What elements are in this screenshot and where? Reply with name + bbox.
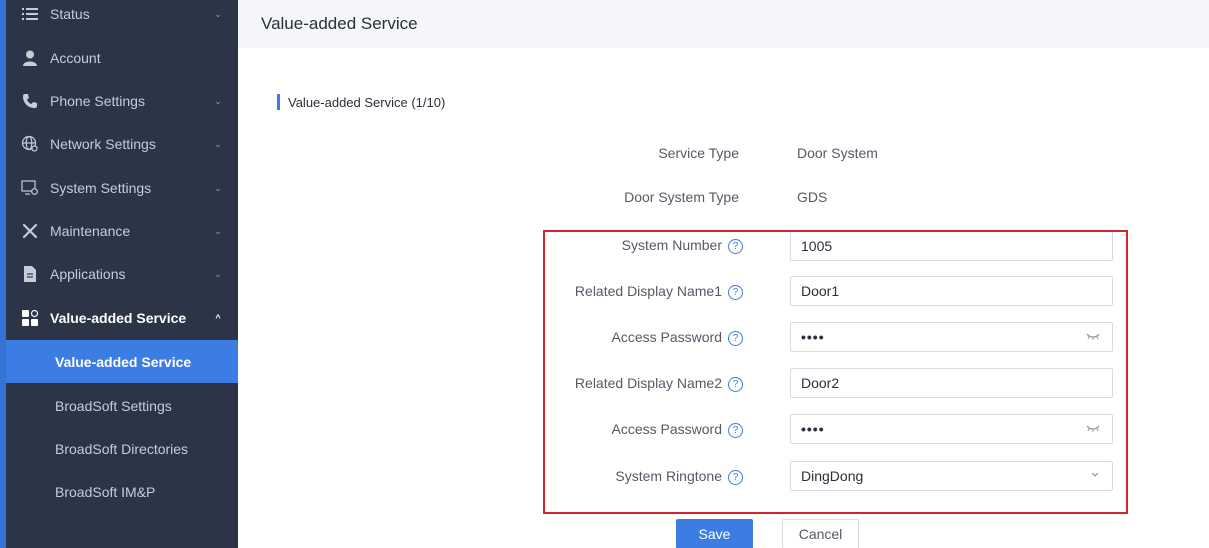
list-icon: [20, 4, 40, 24]
sidebar-item-maintenance[interactable]: Maintenance ⌄: [6, 211, 238, 251]
sidebar-item-label: Phone Settings: [50, 93, 145, 109]
sidebar-item-status[interactable]: Status ⌄: [6, 0, 238, 34]
sidebar-item-applications[interactable]: Applications ⌄: [6, 254, 238, 294]
system-number-label: System Number?: [622, 237, 743, 254]
sidebar-item-value-added-service[interactable]: Value-added Service ^: [6, 298, 238, 338]
chevron-down-icon: ⌄: [214, 8, 222, 19]
sidebar-item-label: Maintenance: [50, 223, 131, 239]
chevron-down-icon: ⌄: [214, 95, 222, 106]
help-icon[interactable]: ?: [728, 331, 743, 346]
service-type-label: Service Type: [658, 145, 739, 161]
sidebar-item-label: Applications: [50, 266, 126, 282]
access-password2-field[interactable]: ••••: [790, 414, 1113, 444]
globe-gear-icon: [20, 134, 40, 154]
display-name2-label: Related Display Name2?: [575, 375, 743, 392]
display-name1-label: Related Display Name1?: [575, 283, 743, 300]
sidebar-subitem-broadsoft-directories[interactable]: BroadSoft Directories: [6, 427, 238, 470]
chevron-up-icon: ^: [215, 313, 221, 323]
system-ringtone-select[interactable]: DingDong: [790, 461, 1113, 491]
help-icon[interactable]: ?: [728, 377, 743, 392]
help-icon[interactable]: ?: [728, 285, 743, 300]
access-password1-label: Access Password?: [612, 329, 743, 346]
eye-closed-icon[interactable]: [1086, 331, 1100, 344]
display-name2-field[interactable]: Door2: [790, 368, 1113, 398]
chevron-down-icon: ⌄: [214, 138, 222, 149]
person-icon: [20, 48, 40, 68]
door-system-type-value: GDS: [797, 189, 828, 205]
help-icon[interactable]: ?: [728, 470, 743, 485]
sidebar-item-label: Account: [50, 50, 101, 66]
sidebar-item-account[interactable]: Account: [6, 38, 238, 78]
apps-grid-icon: [20, 308, 40, 328]
sidebar-item-network-settings[interactable]: Network Settings ⌄: [6, 124, 238, 164]
system-ringtone-label: System Ringtone?: [615, 468, 743, 485]
document-icon: [20, 264, 40, 284]
sidebar-subitem-label: BroadSoft IM&P: [55, 483, 156, 500]
sidebar-item-phone-settings[interactable]: Phone Settings ⌄: [6, 81, 238, 121]
sidebar-item-label: System Settings: [50, 180, 152, 196]
service-type-value: Door System: [797, 145, 878, 161]
chevron-down-icon: ⌄: [214, 268, 222, 279]
help-icon[interactable]: ?: [728, 423, 743, 438]
sidebar-subitem-label: BroadSoft Settings: [55, 397, 172, 414]
sidebar: Status ⌄ Account Phone Settings ⌄ Networ…: [0, 0, 238, 548]
section-title-text: Value-added Service (1/10): [288, 94, 446, 110]
monitor-gear-icon: [20, 178, 40, 198]
sidebar-item-label: Value-added Service: [50, 310, 187, 326]
access-password1-field[interactable]: ••••: [790, 322, 1113, 352]
section-title-bar: [277, 94, 280, 110]
help-icon[interactable]: ?: [728, 239, 743, 254]
chevron-down-icon: ⌄: [214, 182, 222, 193]
door-system-type-label: Door System Type: [624, 189, 739, 205]
display-name1-field[interactable]: Door1: [790, 276, 1113, 306]
sidebar-item-label: Network Settings: [50, 136, 156, 152]
page: Status ⌄ Account Phone Settings ⌄ Networ…: [0, 0, 1209, 548]
save-button[interactable]: Save: [676, 519, 753, 548]
sidebar-item-system-settings[interactable]: System Settings ⌄: [6, 168, 238, 208]
chevron-down-icon: [1090, 470, 1100, 482]
cancel-button[interactable]: Cancel: [782, 519, 859, 548]
tools-icon: [20, 221, 40, 241]
chevron-down-icon: ⌄: [214, 225, 222, 236]
page-title: Value-added Service: [261, 14, 418, 33]
sidebar-subitem-label: Value-added Service: [55, 353, 192, 370]
page-header: Value-added Service: [238, 0, 1209, 48]
eye-closed-icon[interactable]: [1086, 423, 1100, 436]
access-password2-label: Access Password?: [612, 421, 743, 438]
phone-icon: [20, 91, 40, 111]
sidebar-subitem-value-added-service[interactable]: Value-added Service: [6, 340, 238, 383]
sidebar-subitem-label: BroadSoft Directories: [55, 440, 189, 457]
system-number-field[interactable]: 1005: [790, 231, 1113, 261]
sidebar-subitem-broadsoft-settings[interactable]: BroadSoft Settings: [6, 384, 238, 427]
sidebar-item-label: Status: [50, 6, 90, 22]
sidebar-subitem-broadsoft-imp[interactable]: BroadSoft IM&P: [6, 470, 238, 513]
section-title: Value-added Service (1/10): [277, 94, 445, 110]
